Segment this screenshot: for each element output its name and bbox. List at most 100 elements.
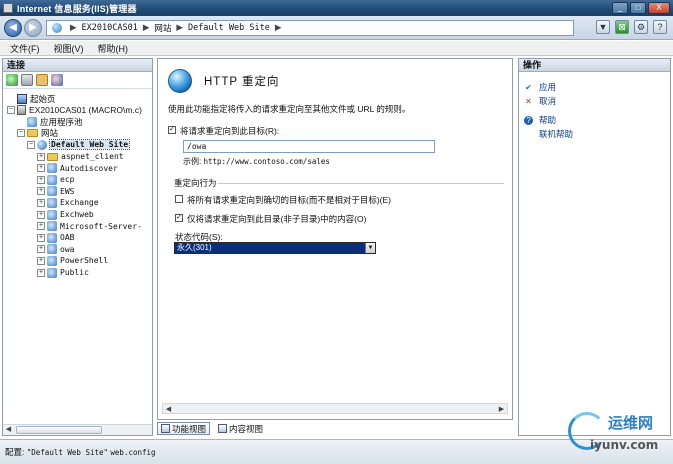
tree-item[interactable]: + Exchange: [37, 197, 99, 208]
tree-item[interactable]: 应用程序池: [17, 116, 83, 127]
action-apply-label[interactable]: 应用: [539, 81, 556, 93]
tree-item[interactable]: + Microsoft-Server-: [37, 221, 142, 232]
feature-header: HTTP 重定向: [168, 69, 280, 93]
action-online-help-label[interactable]: 联机帮助: [539, 128, 573, 140]
tree-item[interactable]: + owa: [37, 244, 74, 255]
help-icon[interactable]: ?: [653, 20, 667, 34]
only-this-directory-checkbox[interactable]: ✓: [175, 214, 183, 222]
save-icon[interactable]: [21, 74, 33, 86]
action-apply[interactable]: ✔ 应用: [524, 81, 556, 93]
action-cancel[interactable]: ✕ 取消: [524, 95, 556, 107]
menu-view[interactable]: 视图(V): [54, 42, 84, 55]
expand-icon[interactable]: +: [37, 268, 45, 277]
tree-item-label[interactable]: owa: [60, 245, 74, 254]
watermark-name: 运维网: [608, 414, 654, 432]
tree-item[interactable]: 起始页: [7, 93, 56, 104]
features-view-icon: [161, 424, 170, 433]
tree-item[interactable]: + OAB: [37, 232, 74, 243]
disconnect-icon[interactable]: [51, 74, 63, 86]
tree-item-label[interactable]: 应用程序池: [40, 116, 83, 128]
expand-icon[interactable]: +: [37, 187, 45, 196]
exact-destination-checkbox[interactable]: [175, 195, 183, 203]
connect-icon[interactable]: [6, 74, 18, 86]
expand-icon[interactable]: +: [37, 256, 45, 265]
app-icon: [47, 163, 57, 174]
minimize-button[interactable]: _: [612, 2, 628, 14]
tree-item[interactable]: + Exchweb: [37, 209, 94, 220]
tree-item-label[interactable]: aspnet_client: [61, 152, 124, 161]
tree-item[interactable]: − 网站: [17, 128, 58, 139]
action-help[interactable]: ? 帮助: [524, 114, 556, 126]
title-bar: Internet 信息服务(IIS)管理器 _ □ X: [0, 0, 673, 16]
tree-item-label[interactable]: EWS: [60, 187, 74, 196]
close-button[interactable]: X: [648, 2, 670, 14]
connections-toolbar: [3, 72, 152, 89]
tree-item-label[interactable]: Autodiscover: [60, 164, 118, 173]
redirect-target-input[interactable]: /owa: [183, 140, 435, 153]
breadcrumb-sites[interactable]: 网站: [154, 22, 171, 34]
back-button[interactable]: ◀: [4, 19, 22, 37]
tree-item[interactable]: − EX2010CAS01 (MACRO\m.c): [7, 105, 142, 116]
help-icon: ?: [524, 115, 533, 125]
expand-icon[interactable]: +: [37, 210, 45, 219]
menu-file[interactable]: 文件(F): [10, 42, 40, 55]
expand-icon[interactable]: +: [37, 164, 45, 173]
status-code-select[interactable]: 永久(301) ▼: [174, 242, 376, 254]
collapse-icon[interactable]: −: [27, 140, 35, 149]
scroll-left-icon[interactable]: ◀: [163, 405, 174, 413]
tree-item-label[interactable]: OAB: [60, 233, 74, 242]
expand-icon[interactable]: +: [37, 152, 45, 161]
expand-icon[interactable]: +: [37, 222, 45, 231]
scroll-left-icon[interactable]: ◀: [3, 425, 14, 435]
tree-item-label[interactable]: Public: [60, 268, 89, 277]
open-folder-icon[interactable]: [36, 74, 48, 86]
tree-item-label[interactable]: ecp: [60, 175, 74, 184]
scroll-thumb[interactable]: [16, 426, 102, 434]
tree-item-label[interactable]: Exchange: [60, 198, 99, 207]
tree-item-label[interactable]: 起始页: [30, 93, 56, 105]
tree-item[interactable]: + EWS: [37, 186, 74, 197]
redirect-checkbox[interactable]: ✓: [168, 126, 176, 134]
forward-button[interactable]: ▶: [24, 19, 42, 37]
scroll-right-icon[interactable]: ▶: [496, 405, 507, 413]
maximize-button[interactable]: □: [630, 2, 646, 14]
dropdown-icon[interactable]: ▼: [596, 20, 610, 34]
folder-icon: [47, 152, 58, 161]
menu-help[interactable]: 帮助(H): [98, 42, 129, 55]
tree-item-label[interactable]: EX2010CAS01 (MACRO\m.c): [29, 105, 142, 115]
chevron-down-icon[interactable]: ▼: [365, 243, 375, 253]
tree-item[interactable]: + ecp: [37, 174, 74, 185]
tree-item-label[interactable]: Microsoft-Server-: [60, 222, 142, 231]
tree-item-label[interactable]: Exchweb: [60, 210, 94, 219]
feature-horizontal-scrollbar[interactable]: ◀ ▶: [162, 403, 508, 414]
expand-icon[interactable]: +: [37, 245, 45, 254]
action-cancel-label[interactable]: 取消: [539, 95, 556, 107]
tree-item-label[interactable]: PowerShell: [60, 256, 108, 265]
breadcrumb[interactable]: ▶ EX2010CAS01 ▶ 网站 ▶ Default Web Site ▶: [46, 20, 574, 36]
breadcrumb-server[interactable]: EX2010CAS01: [82, 23, 138, 33]
tab-features-view[interactable]: 功能视图: [157, 422, 211, 435]
collapse-icon[interactable]: −: [17, 129, 25, 138]
expand-icon[interactable]: +: [37, 175, 45, 184]
tree-item-label[interactable]: Default Web Site: [48, 139, 131, 151]
tab-content-view[interactable]: 内容视图: [214, 422, 267, 435]
collapse-icon[interactable]: −: [7, 106, 15, 115]
feature-pane: HTTP 重定向 使用此功能指定将传入的请求重定向至其他文件或 URL 的规则。…: [157, 58, 513, 420]
connections-horizontal-scrollbar[interactable]: ◀: [3, 424, 152, 435]
tree-item[interactable]: + Autodiscover: [37, 163, 118, 174]
action-online-help[interactable]: 联机帮助: [539, 128, 573, 140]
window-controls: _ □ X: [612, 2, 670, 14]
tree-item[interactable]: + Public: [37, 267, 89, 278]
connections-tree: 起始页 − EX2010CAS01 (MACRO\m.c) 应用程序池 − 网站 − Defa…: [3, 89, 152, 417]
refresh-icon[interactable]: ⊠: [615, 20, 629, 34]
tree-item[interactable]: − Default Web Site: [27, 139, 131, 151]
tree-item[interactable]: + PowerShell: [37, 255, 108, 266]
action-help-label[interactable]: 帮助: [539, 114, 556, 126]
expand-icon[interactable]: +: [37, 198, 45, 207]
settings-icon[interactable]: ⚙: [634, 20, 648, 34]
breadcrumb-site[interactable]: Default Web Site: [188, 23, 270, 33]
breadcrumb-separator: ▶: [274, 23, 282, 33]
expand-icon[interactable]: +: [37, 233, 45, 242]
tree-item[interactable]: + aspnet_client: [37, 151, 124, 162]
tree-item-label[interactable]: 网站: [41, 127, 58, 139]
